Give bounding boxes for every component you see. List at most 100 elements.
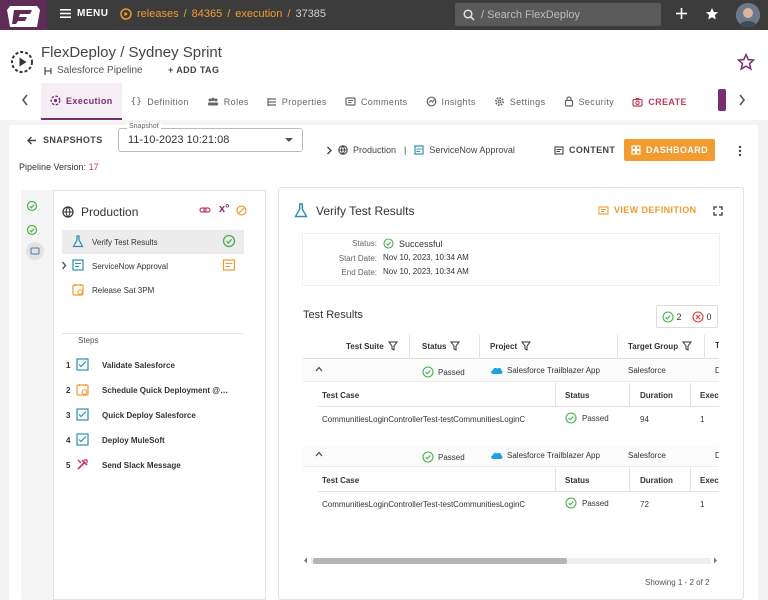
tab-properties[interactable]: Properties xyxy=(258,83,336,120)
horizontal-scrollbar[interactable] xyxy=(303,555,719,565)
column-header-project[interactable]: Project xyxy=(490,341,532,351)
suite-row[interactable]: Passed Salesforce Trailblazer App Salesf… xyxy=(303,445,719,467)
hamburger-icon xyxy=(60,9,71,18)
filter-icon[interactable] xyxy=(387,341,398,351)
column-header-target-group[interactable]: Target Group xyxy=(628,341,693,351)
failed-count[interactable]: 0 xyxy=(692,310,712,323)
link-icon[interactable] xyxy=(199,205,211,215)
chevron-up-icon[interactable] xyxy=(315,366,323,372)
breadcrumb-release-id[interactable]: 84365 xyxy=(192,8,223,20)
result-counts: 2 0 xyxy=(656,305,718,328)
filter-icon[interactable] xyxy=(682,341,693,351)
tab-settings[interactable]: Settings xyxy=(485,83,555,120)
salesforce-cloud-icon xyxy=(491,452,503,459)
filter-icon[interactable] xyxy=(450,341,461,351)
tab-insights[interactable]: Insights xyxy=(417,83,485,120)
column-header-status[interactable]: Status xyxy=(422,341,461,351)
content-label: CONTENT xyxy=(569,145,616,155)
scroll-right-icon[interactable] xyxy=(713,557,718,564)
chevron-up-icon[interactable] xyxy=(315,451,323,457)
tab-security[interactable]: Security xyxy=(555,83,624,120)
add-icon[interactable] xyxy=(675,7,688,20)
step-name: Quick Deploy Salesforce xyxy=(102,411,196,420)
tab-label: Insights xyxy=(441,96,476,107)
arrow-left-icon xyxy=(27,136,36,144)
dashboard-button[interactable]: DASHBOARD xyxy=(624,139,715,161)
tab-label: CREATE xyxy=(648,96,687,107)
gate-verify-test-results[interactable]: Verify Test Results xyxy=(62,230,244,254)
tab-label: Definition xyxy=(147,96,189,107)
step-item[interactable]: 1 Validate Salesforce xyxy=(64,353,244,377)
breadcrumb-releases[interactable]: releases xyxy=(137,8,179,20)
project-name[interactable]: FlexDeploy xyxy=(41,44,116,61)
column-header-status[interactable]: Status xyxy=(565,391,589,400)
snapshots-back-button[interactable]: SNAPSHOTS xyxy=(27,135,103,145)
gate-name[interactable]: ServiceNow Approval xyxy=(429,145,515,155)
breadcrumb-execution[interactable]: execution xyxy=(235,8,282,20)
view-definition-button[interactable]: VIEW DEFINITION xyxy=(598,205,697,215)
environment-name[interactable]: Production xyxy=(353,145,396,155)
favorite-star-icon[interactable] xyxy=(737,53,755,71)
column-header-exec[interactable]: Exec xyxy=(700,476,719,485)
tab-create[interactable]: CREATE xyxy=(623,83,696,120)
column-header-test-case[interactable]: Test Case xyxy=(322,476,359,485)
step-item[interactable]: 3 Quick Deploy Salesforce xyxy=(64,403,244,427)
step-item[interactable]: 5 Send Slack Message xyxy=(64,453,244,477)
filter-icon[interactable] xyxy=(521,341,532,351)
content-button[interactable]: CONTENT xyxy=(554,145,615,155)
suite-project: Salesforce Trailblazer App xyxy=(490,451,600,460)
tab-roles[interactable]: Roles xyxy=(198,83,258,120)
gate-detail-panel: Verify Test Results VIEW DEFINITION Stat… xyxy=(278,187,744,600)
column-header-duration[interactable]: Duration xyxy=(640,476,673,485)
tab-label: Security xyxy=(578,96,615,107)
column-header-test-suite[interactable]: Test Suite xyxy=(346,341,398,351)
search-input[interactable]: / Search FlexDeploy xyxy=(455,3,661,26)
top-bar: MENU releases / 84365 / execution / 3738… xyxy=(0,0,768,33)
step-item[interactable]: 4 Deploy MuleSoft xyxy=(64,428,244,452)
more-options-icon[interactable] xyxy=(738,145,742,157)
add-tag-button[interactable]: + ADD TAG xyxy=(168,65,219,75)
stage-status-success-icon[interactable] xyxy=(26,224,46,236)
test-case-status: Passed xyxy=(565,497,609,509)
snapshot-value: 11-10-2023 10:21:08 xyxy=(128,134,230,146)
snapshot-select[interactable]: Snapshot 11-10-2023 10:21:08 xyxy=(118,123,303,152)
tabs-scroll-right-icon[interactable] xyxy=(738,94,746,106)
breadcrumb-separator: / xyxy=(287,8,291,20)
chevron-right-icon[interactable] xyxy=(61,261,67,270)
stage-in-progress-icon[interactable] xyxy=(26,242,44,260)
user-avatar[interactable] xyxy=(736,3,760,27)
passed-count[interactable]: 2 xyxy=(662,310,682,323)
properties-icon xyxy=(267,97,276,106)
gate-release-schedule[interactable]: Release Sat 3PM xyxy=(62,278,244,302)
stage-status-success-icon[interactable] xyxy=(26,200,46,212)
path-separator: | xyxy=(404,145,407,155)
tab-execution[interactable]: Execution xyxy=(41,83,122,120)
test-case-name: CommunitiesLoginControllerTest-testCommu… xyxy=(322,500,526,509)
step-number: 4 xyxy=(66,436,71,445)
tab-overflow-indicator[interactable] xyxy=(718,89,726,111)
chevron-right-icon[interactable] xyxy=(326,146,333,155)
flexdeploy-logo[interactable] xyxy=(0,0,47,33)
test-case-row[interactable]: CommunitiesLoginControllerTest-testCommu… xyxy=(318,492,719,516)
skip-icon[interactable] xyxy=(236,205,247,216)
column-header-t[interactable]: T xyxy=(715,341,719,350)
fullscreen-icon[interactable] xyxy=(713,206,723,216)
column-header-duration[interactable]: Duration xyxy=(640,391,673,400)
pipeline-link[interactable]: Salesforce Pipeline xyxy=(43,65,143,76)
favorites-star-icon[interactable] xyxy=(705,7,719,21)
suite-target: Salesforce xyxy=(628,366,666,375)
test-case-row[interactable]: CommunitiesLoginControllerTest-testCommu… xyxy=(318,407,719,431)
variable-icon[interactable]: x° xyxy=(219,203,230,215)
menu-button[interactable]: MENU xyxy=(60,8,108,19)
scroll-left-icon[interactable] xyxy=(303,557,308,564)
tabs-scroll-left-icon[interactable] xyxy=(21,94,29,106)
column-header-test-case[interactable]: Test Case xyxy=(322,391,359,400)
step-item[interactable]: 2 Schedule Quick Deployment @ Sa... xyxy=(64,378,244,402)
gate-servicenow-approval[interactable]: ServiceNow Approval xyxy=(62,254,244,278)
tab-definition[interactable]: {} Definition xyxy=(122,83,198,120)
column-header-exec[interactable]: Exec xyxy=(700,391,719,400)
scrollbar-thumb[interactable] xyxy=(313,558,567,564)
column-header-status[interactable]: Status xyxy=(565,476,589,485)
tab-comments[interactable]: Comments xyxy=(336,83,417,120)
suite-row[interactable]: Passed Salesforce Trailblazer App Salesf… xyxy=(303,360,719,382)
